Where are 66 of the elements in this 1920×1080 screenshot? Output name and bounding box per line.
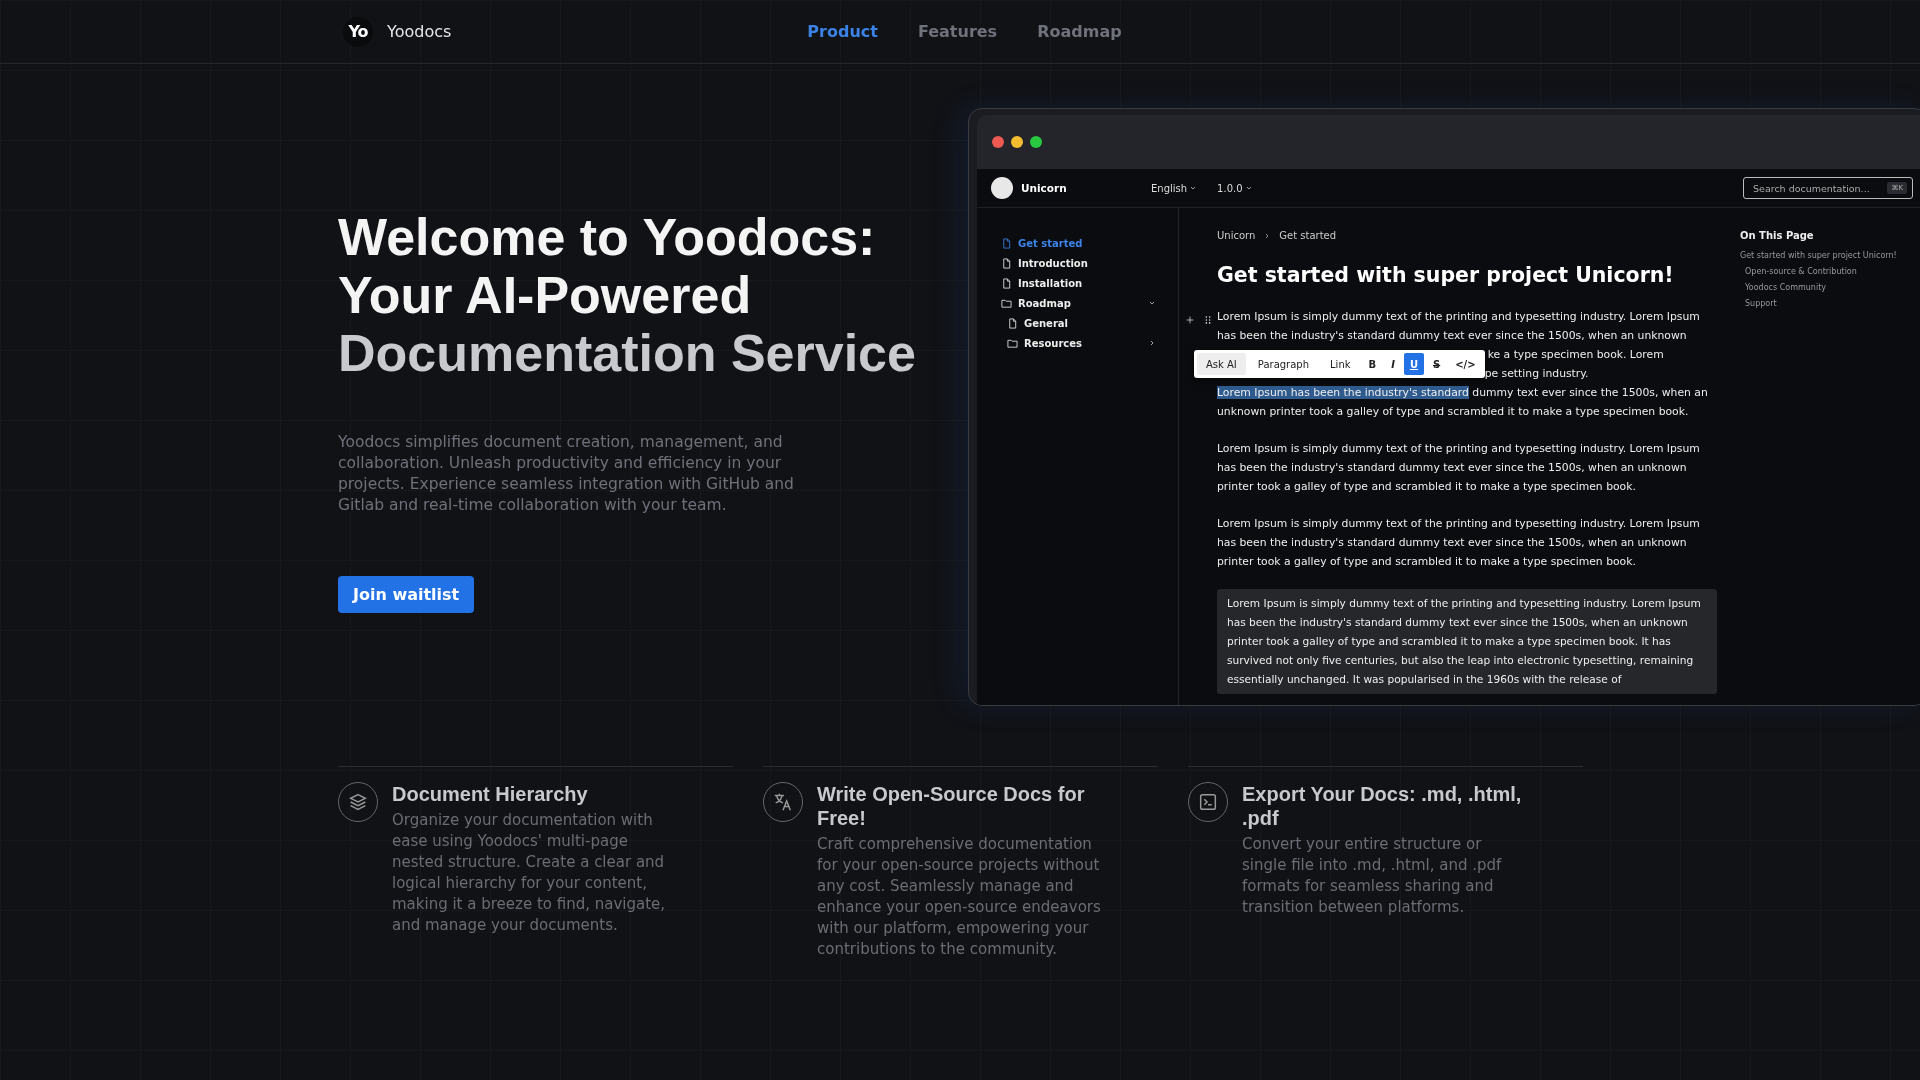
toolbar-button[interactable]: </> <box>1449 353 1482 375</box>
project-name: Unicorn <box>1021 182 1068 194</box>
dropdown[interactable]: 1.0.0 <box>1217 182 1253 194</box>
hero-description: Yoodocs simplifies document creation, management, and collaboration. Unleash productivity and efficiency in your projects. Experience seamless integration with GitHub and Gitlab and real-time collaboration with your team. <box>338 432 795 516</box>
sidebar-item[interactable]: Installation <box>1001 273 1178 293</box>
page-icon <box>1001 257 1012 269</box>
sidebar-item[interactable]: Resources <box>1007 333 1178 353</box>
feature-description: Convert your entire structure or single file into .md, .html, and .pdf formats for seamless sharing and transition between platforms. <box>1242 834 1503 918</box>
nav-link[interactable]: Product <box>807 22 878 41</box>
toolbar-button[interactable]: I <box>1385 353 1401 375</box>
logo[interactable]: Yo <box>343 16 373 47</box>
paragraph-line: Lorem Ipsum is simply dummy text of the printing and typesetting industry. Lorem Ipsum <box>1217 309 1701 325</box>
toolbar-button[interactable]: Paragraph <box>1248 353 1319 375</box>
page-icon <box>1001 237 1012 249</box>
toolbar-button[interactable]: U <box>1403 353 1424 375</box>
window-control-dot[interactable] <box>1030 136 1042 148</box>
feature-title: Document Hierarchy <box>392 782 589 806</box>
chevron-down-icon <box>1148 299 1156 307</box>
paragraph-line: pe setting industry. <box>1484 366 1590 382</box>
nav-link[interactable]: Roadmap <box>1037 22 1122 41</box>
folder-icon <box>1007 337 1018 349</box>
window-control-dot[interactable] <box>1011 136 1023 148</box>
toolbar-button[interactable]: B <box>1362 353 1383 375</box>
paragraph-line: has been the industry's standard dummy text ever since the 1500s, when an unknown <box>1217 328 1688 344</box>
sidebar-item[interactable]: Get started <box>1001 233 1178 253</box>
hero-title-line: Your AI-Powered <box>338 266 753 324</box>
sidebar-item[interactable]: General <box>1007 313 1178 333</box>
drag-handle-icon[interactable] <box>1203 315 1213 325</box>
feature-title: Write Open-Source Docs for Free! <box>817 782 1086 830</box>
sidebar-item[interactable]: Roadmap <box>1001 293 1178 313</box>
breadcrumb-item[interactable]: Get started <box>1279 230 1337 241</box>
toolbar-button[interactable]: Link <box>1321 353 1360 375</box>
toc-title: On This Page <box>1740 230 1815 241</box>
toc-link[interactable]: Open-source & Contribution <box>1740 267 1897 276</box>
chevron-right-icon <box>1148 339 1156 347</box>
search-placeholder: Search documentation... <box>1753 182 1870 194</box>
join-waitlist-button[interactable]: Join waitlist <box>338 576 475 613</box>
paragraph: Lorem Ipsum has been the industry's standard dummy text ever since the 1500s, when an unknown printer took a galley of type and scrambled it to make a type specimen book. <box>1217 385 1709 420</box>
feature-description: Organize your documentation with ease using Yoodocs' multi-page nested structure. Create a clear and logical hierarchy for your content, making it a breeze to find, navigate, and manage your documents. <box>392 810 667 936</box>
code-block: Lorem Ipsum is simply dummy text of the printing and typesetting industry. Lorem Ipsum has been the industry's standard dummy text ever since the 1500s, when an unknown printer took a galley of type and scrambled it to make a type specimen book. It has survived not only five centuries, but also the leap into electronic typesetting, remaining essentially unchanged. It was popularised in the 1960s with the release of <box>1217 589 1717 694</box>
nav-link[interactable]: Features <box>917 22 998 41</box>
page-heading: Get started with super project Unicorn! <box>1217 263 1675 287</box>
breadcrumb-item[interactable]: Unicorn <box>1217 230 1256 241</box>
paragraph: Lorem Ipsum is simply dummy text of the printing and typesetting industry. Lorem Ipsum has been the industry's standard dummy text ever since the 1500s, when an unknown printer took a galley of type and scrambled it to make a type specimen book. <box>1217 516 1701 570</box>
brand-name: Yoodocs <box>387 22 452 41</box>
toolbar-button[interactable]: S <box>1427 353 1447 375</box>
chevron-down-icon <box>1244 184 1253 192</box>
feature-title: Export Your Docs: .md, .html, .pdf <box>1242 782 1523 830</box>
paragraph: Lorem Ipsum is simply dummy text of the printing and typesetting industry. Lorem Ipsum has been the industry's standard dummy text ever since the 1500s, when an unknown printer took a galley of type and scrambled it to make a type specimen book. <box>1217 441 1701 495</box>
plus-icon[interactable] <box>1185 315 1195 325</box>
window-control-dot[interactable] <box>992 136 1004 148</box>
hero-title-line: Documentation Service <box>338 324 917 382</box>
sidebar-item[interactable]: Introduction <box>1001 253 1178 273</box>
chevron-down-icon <box>1189 184 1198 192</box>
toc-link[interactable]: Get started with super project Unicorn! <box>1740 251 1897 260</box>
dropdown[interactable]: English <box>1151 182 1198 194</box>
feature-description: Craft comprehensive documentation for your open-source projects without any cost. Seamlessly manage and enhance your open-source endeavors with our platform, empowering your contributions to the community. <box>817 834 1102 960</box>
folder-icon <box>1001 297 1012 309</box>
toc-link[interactable]: Yoodocs Community <box>1740 283 1897 292</box>
page-icon <box>1007 317 1018 329</box>
page-icon <box>1001 277 1012 289</box>
toc-link[interactable]: Support <box>1740 299 1897 308</box>
hero-title-line: Welcome to Yoodocs: <box>338 208 877 266</box>
paragraph-line: ke a type specimen book. Lorem <box>1486 347 1664 363</box>
project-avatar <box>991 177 1013 199</box>
toolbar-button[interactable]: Ask AI <box>1197 353 1246 375</box>
